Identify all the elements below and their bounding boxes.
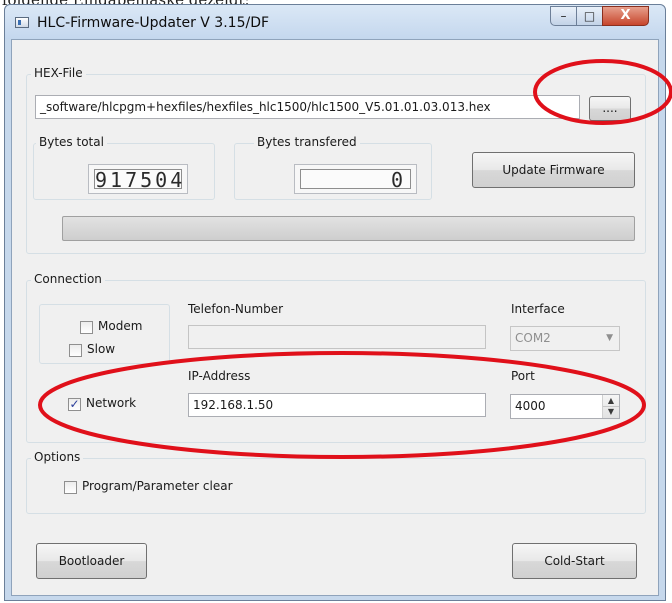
interface-select[interactable]: COM2 ▼ [510,326,620,351]
slow-label: Slow [87,342,116,356]
app-window: HLC-Firmware-Updater V 3.15/DF – □ X HEX… [4,4,666,601]
minimize-button[interactable]: – [550,6,577,26]
maximize-button[interactable]: □ [576,6,603,26]
port-value: 4000 [515,399,546,413]
network-label: Network [86,396,137,410]
options-legend: Options [31,450,84,464]
title-bar[interactable]: HLC-Firmware-Updater V 3.15/DF – □ X [5,5,665,39]
close-button[interactable]: X [602,6,649,26]
modem-label: Modem [98,319,143,333]
bytes-total-value: 917504 [94,168,186,192]
ip-address-label: IP-Address [188,369,251,383]
modem-checkbox[interactable] [80,321,93,334]
transfer-progress-bar [62,216,635,241]
port-spinner[interactable]: 4000 ▲ ▼ [510,394,620,419]
slow-checkbox[interactable] [69,344,82,357]
bytes-total-display: 917504 [88,164,188,194]
hex-file-legend: HEX-File [31,66,86,80]
browse-button[interactable]: .... [589,96,631,121]
port-label: Port [511,369,535,383]
bytes-total-label: Bytes total [36,135,107,149]
minimize-icon: – [560,9,567,23]
bootloader-button[interactable]: Bootloader [36,543,147,579]
chevron-down-icon: ▼ [606,333,613,343]
network-checkbox[interactable]: ✓ [68,397,81,411]
bytes-transfered-display: 0 [294,164,417,194]
spin-up-icon[interactable]: ▲ [603,395,619,406]
app-icon [15,17,29,28]
connection-legend: Connection [31,272,105,286]
close-icon: X [620,8,631,23]
port-spin-buttons[interactable]: ▲ ▼ [602,395,619,418]
window-title: HLC-Firmware-Updater V 3.15/DF [37,15,270,31]
bytes-transfered-label: Bytes transfered [254,135,360,149]
hex-file-path-input[interactable]: _software/hlcpgm+hexfiles/hexfiles_hlc15… [35,95,580,119]
bytes-transfered-value: 0 [300,169,411,190]
interface-value: COM2 [515,331,551,345]
spin-down-icon[interactable]: ▼ [603,406,619,417]
program-parameter-clear-checkbox[interactable] [64,481,77,494]
window-client-area: HEX-File _software/hlcpgm+hexfiles/hexfi… [11,39,659,596]
telefon-number-label: Telefon-Number [188,302,284,316]
program-parameter-clear-label: Program/Parameter clear [82,479,233,493]
telefon-number-input[interactable] [188,325,486,349]
network-checkmark-icon: ✓ [69,397,80,411]
update-firmware-button[interactable]: Update Firmware [472,152,635,188]
interface-label: Interface [511,302,565,316]
cold-start-button[interactable]: Cold-Start [512,543,637,579]
ip-address-input[interactable]: 192.168.1.50 [188,393,486,417]
maximize-icon: □ [583,9,596,23]
